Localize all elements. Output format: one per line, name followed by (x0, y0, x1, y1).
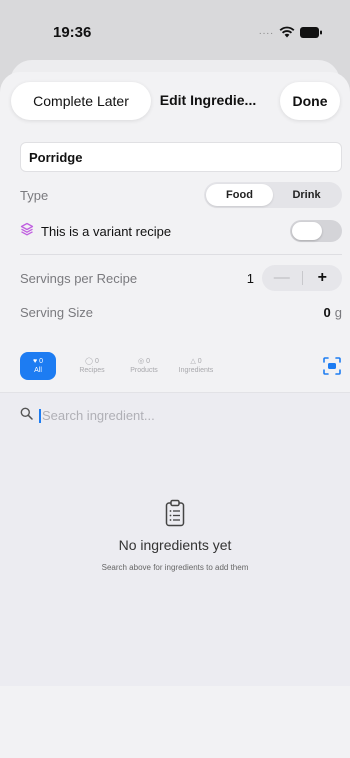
clipboard-icon (0, 499, 350, 527)
sheet-header: Complete Later Edit Ingredie... Done (0, 72, 350, 136)
servings-value: 1 (246, 270, 254, 286)
search-input[interactable]: Search ingredient... (39, 409, 155, 423)
servings-label: Servings per Recipe (20, 270, 138, 286)
filter-tabs: ♥ 0 All ◯ 0 Recipes ◎ 0 Products △ 0 Ing… (20, 352, 342, 380)
stepper-minus-button[interactable]: — (262, 269, 302, 287)
scan-icon (322, 357, 342, 380)
filter-count: ♥ 0 (32, 358, 43, 365)
filter-count-value: 0 (146, 358, 150, 365)
battery-icon (300, 26, 322, 38)
signal-dots: .... (258, 26, 274, 37)
type-option-drink[interactable]: Drink (273, 184, 340, 206)
complete-later-button[interactable]: Complete Later (11, 82, 151, 120)
wifi-icon (279, 26, 295, 38)
done-button[interactable]: Done (280, 82, 340, 120)
serving-size-row[interactable]: Serving Size 0g (20, 300, 342, 324)
page-title: Edit Ingredie... (159, 92, 257, 108)
stepper-plus-button[interactable]: + (303, 269, 343, 287)
variant-toggle[interactable] (290, 220, 342, 242)
filter-label: Recipes (79, 367, 105, 374)
toggle-knob (292, 222, 322, 240)
search-icon (20, 407, 33, 425)
empty-state-subtitle: Search above for ingredients to add them (101, 563, 249, 572)
type-segmented-control: Food Drink (204, 182, 342, 208)
barcode-scan-button[interactable] (322, 356, 342, 376)
filter-label: Ingredients (178, 367, 214, 374)
filter-count: ◯ 0 (85, 358, 99, 365)
filter-label: Products (130, 367, 158, 374)
ingredients-panel: Search ingredient... No ingredients yet … (0, 392, 350, 686)
variant-label: This is a variant recipe (41, 223, 172, 239)
status-icons: .... (259, 26, 322, 38)
filter-tab-all[interactable]: ♥ 0 All (20, 352, 56, 380)
filter-count: ◎ 0 (138, 358, 150, 365)
filter-tab-ingredients[interactable]: △ 0 Ingredients (170, 352, 222, 380)
filter-tab-recipes[interactable]: ◯ 0 Recipes (66, 352, 118, 380)
recipe-name-field[interactable]: Porridge (20, 142, 342, 172)
layers-icon (20, 222, 34, 241)
serving-size-value: 0 (323, 304, 331, 320)
servings-controls: 1 — + (247, 265, 342, 291)
empty-state-title: No ingredients yet (118, 537, 232, 553)
type-row: Type Food Drink (20, 181, 342, 209)
filter-label: All (34, 367, 42, 374)
servings-stepper: — + (262, 265, 342, 291)
serving-size-label: Serving Size (20, 304, 93, 320)
filter-count-value: 0 (197, 358, 202, 365)
filter-count-value: 0 (94, 358, 99, 365)
filter-count: △ 0 (190, 358, 202, 365)
divider (20, 254, 342, 255)
type-label: Type (20, 187, 49, 203)
filter-tab-products[interactable]: ◎ 0 Products (118, 352, 170, 380)
status-time: 19:36 (53, 24, 92, 41)
filter-count-value: 0 (39, 358, 43, 365)
status-bar: 19:36 .... (0, 0, 350, 62)
empty-state: No ingredients yet Search above for ingr… (0, 499, 350, 572)
servings-row: Servings per Recipe 1 — + (20, 265, 342, 291)
variant-label-group: This is a variant recipe (20, 222, 171, 241)
variant-row: This is a variant recipe (20, 218, 342, 244)
search-bar[interactable]: Search ingredient... (20, 407, 155, 425)
type-option-food[interactable]: Food (206, 184, 273, 206)
serving-size-unit: g (334, 304, 342, 320)
serving-size-display: 0g (324, 305, 342, 320)
